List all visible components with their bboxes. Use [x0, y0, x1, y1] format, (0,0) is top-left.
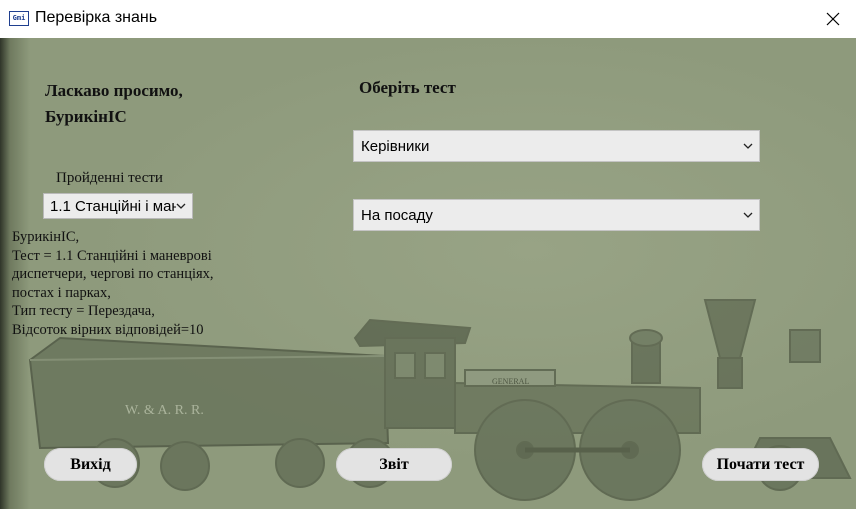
test-category-select[interactable]: Керівники — [353, 130, 760, 162]
app-icon: Gmi — [9, 11, 29, 26]
close-button[interactable] — [810, 0, 856, 38]
completed-tests-select[interactable]: 1.1 Станційні і маневрові — [43, 193, 193, 219]
test-result-text: БурикінІС, Тест = 1.1 Станційні і маневр… — [12, 229, 214, 338]
exit-button[interactable]: Вихід — [44, 448, 137, 481]
title-bar: Gmi Перевірка знань — [0, 0, 856, 38]
start-test-button[interactable]: Почати тест — [702, 448, 819, 481]
completed-tests-label: Пройденні тести — [56, 170, 163, 186]
test-type-select[interactable]: На посаду — [353, 199, 760, 231]
chevron-down-icon — [743, 212, 753, 218]
chevron-down-icon — [176, 203, 186, 209]
test-category-value: Керівники — [361, 137, 430, 155]
welcome-line: Ласкаво просимо, — [45, 81, 183, 100]
chevron-down-icon — [743, 143, 753, 149]
welcome-message: Ласкаво просимо, БурикінІС — [45, 78, 265, 130]
main-area: W. & A. R. R. GENERAL Ласкаво просимо, Б… — [0, 38, 856, 509]
report-button[interactable]: Звіт — [336, 448, 452, 481]
window-title: Перевірка знань — [35, 9, 158, 26]
locomotive-name: GENERAL — [492, 377, 529, 386]
user-name: БурикінІС — [45, 107, 127, 126]
locomotive-lettering: W. & A. R. R. — [125, 403, 204, 418]
test-type-value: На посаду — [361, 206, 433, 224]
completed-tests-value: 1.1 Станційні і маневрові — [50, 197, 176, 215]
choose-test-label: Оберіть тест — [359, 78, 456, 97]
close-icon — [826, 12, 840, 26]
